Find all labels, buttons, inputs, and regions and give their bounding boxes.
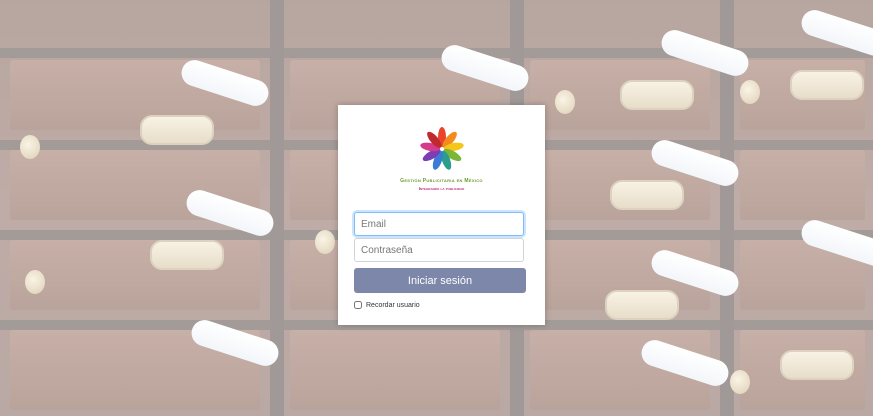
remember-label: Recordar usuario [366,301,420,309]
remember-checkbox[interactable] [354,301,362,309]
brand-tagline: Integrando la publicidad [418,186,465,191]
hands-logo-icon [420,127,464,170]
password-input[interactable] [354,238,524,262]
brand-name: Gestión Publicitaria en México [400,178,483,184]
remember-user[interactable]: Recordar usuario [354,301,420,309]
login-button[interactable]: Iniciar sesión [354,268,526,293]
email-input[interactable] [354,212,524,236]
login-card: Gestión Publicitaria en México Integrand… [338,105,545,325]
